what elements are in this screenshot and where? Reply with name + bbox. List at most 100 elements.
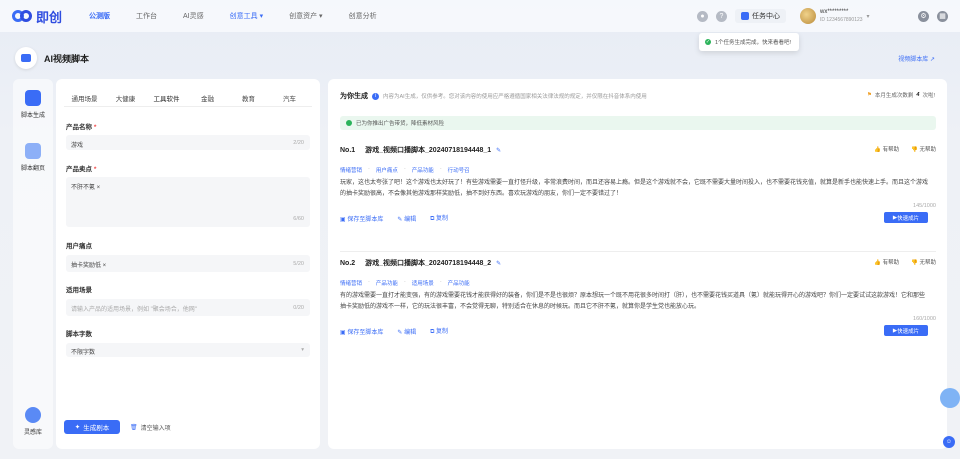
word-count-select[interactable]: 不限字数 ▾: [66, 343, 310, 357]
edit-button[interactable]: ✎ 编辑: [397, 327, 416, 336]
copy-button[interactable]: ⧉ 复制: [430, 213, 448, 223]
tab-auto[interactable]: 汽车: [269, 93, 310, 103]
toast-text: 1个任务生成完成，快来看看吧!: [715, 40, 792, 46]
chevron-down-icon: ▾: [301, 347, 304, 353]
grid-icon[interactable]: ▦: [937, 10, 948, 22]
nav-item-beta[interactable]: 公测版: [76, 11, 123, 21]
edit-button[interactable]: ✎ 编辑: [397, 214, 416, 223]
selling-points-label: 产品卖点 *: [66, 166, 97, 173]
user-id: ID 1234567890123: [820, 17, 863, 23]
tab-health[interactable]: 大健康: [105, 93, 146, 103]
script-number: No.2: [340, 260, 356, 267]
product-name-label: 产品名称 *: [66, 124, 97, 131]
remaining-suffix: 次啦!: [922, 93, 935, 99]
logo-text: 即创: [36, 9, 63, 25]
clear-label: 清空输入项: [140, 426, 171, 432]
quick-video-button[interactable]: ▶ 快速成片: [884, 325, 928, 336]
selling-point-tag[interactable]: 不肝不氪 ×: [71, 182, 100, 191]
pain-point-tag[interactable]: 抽卡奖励低 ×: [71, 260, 106, 269]
flag-icon: ⚑: [866, 92, 872, 98]
save-to-library-button[interactable]: ▣ 保存至脚本库: [340, 214, 383, 223]
logo-icon: [12, 10, 32, 22]
script-body: 玩家，这也太夸张了吧！这个游戏也太好玩了！有些游戏需要一直打怪升级，非常浪费时间…: [340, 180, 929, 197]
script-actions: ▣ 保存至脚本库 ✎ 编辑 ⧉ 复制 ▶ 快速成片: [340, 325, 936, 337]
page-header: AI视频脚本 视频脚本库 ↗: [15, 47, 945, 69]
tag: 产品功能: [375, 281, 398, 287]
script-body: 有的游戏需要一直打才能变强，有的游戏需要花钱才能获得好的装备，你们是不是也很烦？…: [340, 293, 926, 310]
ai-video-icon: [15, 47, 37, 69]
success-icon: [346, 120, 352, 126]
tip-text: 已为你推出广告带货，降低素材风险: [356, 121, 445, 127]
clear-inputs-button[interactable]: 🗑 清空输入项: [130, 423, 171, 432]
sidebar-item-label: 灵感库: [23, 430, 42, 436]
selling-points-input[interactable]: 不肝不氪 × 6/60: [66, 177, 310, 227]
tag: 情绪营销: [340, 168, 363, 174]
results-disclaimer: 内容为AI生成，仅供参考。您对该内容的使用应严格遵循国家相关法律法规的规定，并仅…: [383, 94, 647, 100]
nav-item-workbench[interactable]: 工作台: [123, 11, 170, 21]
tab-finance[interactable]: 金融: [187, 93, 228, 103]
nav-item-ai-inspiration[interactable]: AI灵感: [170, 11, 217, 21]
edit-name-icon[interactable]: ✎: [496, 261, 501, 267]
word-count-label: 脚本字数: [66, 331, 92, 338]
remaining-count: 4: [916, 92, 920, 98]
remaining-quota: ⚑ 本月生成次数剩 4 次啦!: [867, 91, 935, 99]
lightbulb-icon: [25, 407, 41, 423]
translate-icon: [25, 143, 41, 159]
like-button[interactable]: 👍 有帮助: [874, 145, 899, 153]
tag: 情绪营销: [340, 281, 363, 287]
top-right-tools: ● ? 任务中心 wx********* ID 1234567890123 ▾ …: [697, 0, 948, 32]
scene-count: 0/20: [293, 305, 304, 311]
script-name: 游戏_视频口播脚本_20240718194448_1: [365, 147, 492, 154]
product-name-value: 游戏: [71, 143, 84, 149]
info-icon[interactable]: i: [372, 92, 379, 100]
sidebar-item-script-generate[interactable]: 脚本生成: [13, 90, 53, 119]
card-divider: [340, 251, 936, 252]
tag: 用户痛点: [375, 168, 398, 174]
sidebar-item-script-flip[interactable]: 脚本翻页: [13, 143, 53, 172]
tab-software[interactable]: 工具软件: [146, 93, 187, 103]
generate-label: 生成剧本: [83, 425, 110, 432]
selling-points-count: 6/60: [293, 216, 304, 222]
tip-banner: 已为你推出广告带货，降低素材风险: [340, 116, 936, 130]
generate-button[interactable]: ✦ 生成剧本: [64, 420, 120, 434]
sidebar-item-inspiration[interactable]: 灵感库: [13, 407, 53, 436]
tag: 适用场景: [411, 281, 434, 287]
chat-icon[interactable]: ☺: [943, 436, 955, 448]
nav-item-creative-assets[interactable]: 创意资产 ▾: [276, 11, 335, 21]
logo[interactable]: 即创: [12, 7, 62, 26]
nav-item-creative-tools[interactable]: 创意工具 ▾: [217, 11, 276, 21]
settings-icon[interactable]: ⚙: [918, 10, 929, 22]
script-char-count: 160/1000: [913, 316, 936, 322]
script-library-link[interactable]: 视频脚本库 ↗: [898, 54, 935, 63]
avatar: [800, 8, 816, 24]
like-button[interactable]: 👍 有帮助: [874, 258, 899, 266]
nav-item-creative-analysis[interactable]: 创意分析: [336, 11, 390, 21]
sparkle-icon: ✦: [74, 424, 81, 431]
quick-video-button[interactable]: ▶ 快速成片: [884, 212, 928, 223]
product-name-input[interactable]: 游戏 2/20: [66, 135, 310, 150]
trash-icon: 🗑: [130, 425, 138, 431]
apple-icon[interactable]: ●: [697, 10, 708, 22]
dislike-button[interactable]: 👎 无帮助: [911, 258, 936, 266]
task-icon: [741, 12, 749, 20]
top-bar: 即创 公测版 工作台 AI灵感 创意工具 ▾ 创意资产 ▾ 创意分析 ● ? 任…: [0, 0, 960, 32]
pain-points-label: 用户痛点: [66, 243, 92, 250]
script-tags: 情绪营销 - 用户痛点 - 产品功能 - 行动号召: [340, 166, 470, 174]
user-menu[interactable]: wx********* ID 1234567890123 ▾: [800, 8, 910, 24]
pain-points-input[interactable]: 抽卡奖励低 × 5/20: [66, 255, 310, 272]
scene-label: 适用场景: [66, 287, 92, 294]
results-header: 为你生成 i 内容为AI生成，仅供参考。您对该内容的使用应严格遵循国家相关法律法…: [340, 91, 647, 101]
save-to-library-button[interactable]: ▣ 保存至脚本库: [340, 327, 383, 336]
results-title: 为你生成: [340, 93, 368, 100]
tag: 产品功能: [447, 281, 470, 287]
tab-general[interactable]: 通用场景: [64, 93, 105, 103]
results-panel: 为你生成 i 内容为AI生成，仅供参考。您对该内容的使用应严格遵循国家相关法律法…: [328, 79, 947, 449]
edit-name-icon[interactable]: ✎: [496, 148, 501, 154]
dislike-button[interactable]: 👎 无帮助: [911, 145, 936, 153]
scene-input[interactable]: 请输入产品的适用场景，例如 "聚会场合，他网" 0/20: [66, 299, 310, 316]
copy-button[interactable]: ⧉ 复制: [430, 326, 448, 336]
tab-education[interactable]: 教育: [228, 93, 269, 103]
assistant-mascot-icon[interactable]: [938, 388, 960, 418]
task-center-button[interactable]: 任务中心: [735, 9, 786, 23]
help-icon[interactable]: ?: [716, 10, 727, 22]
